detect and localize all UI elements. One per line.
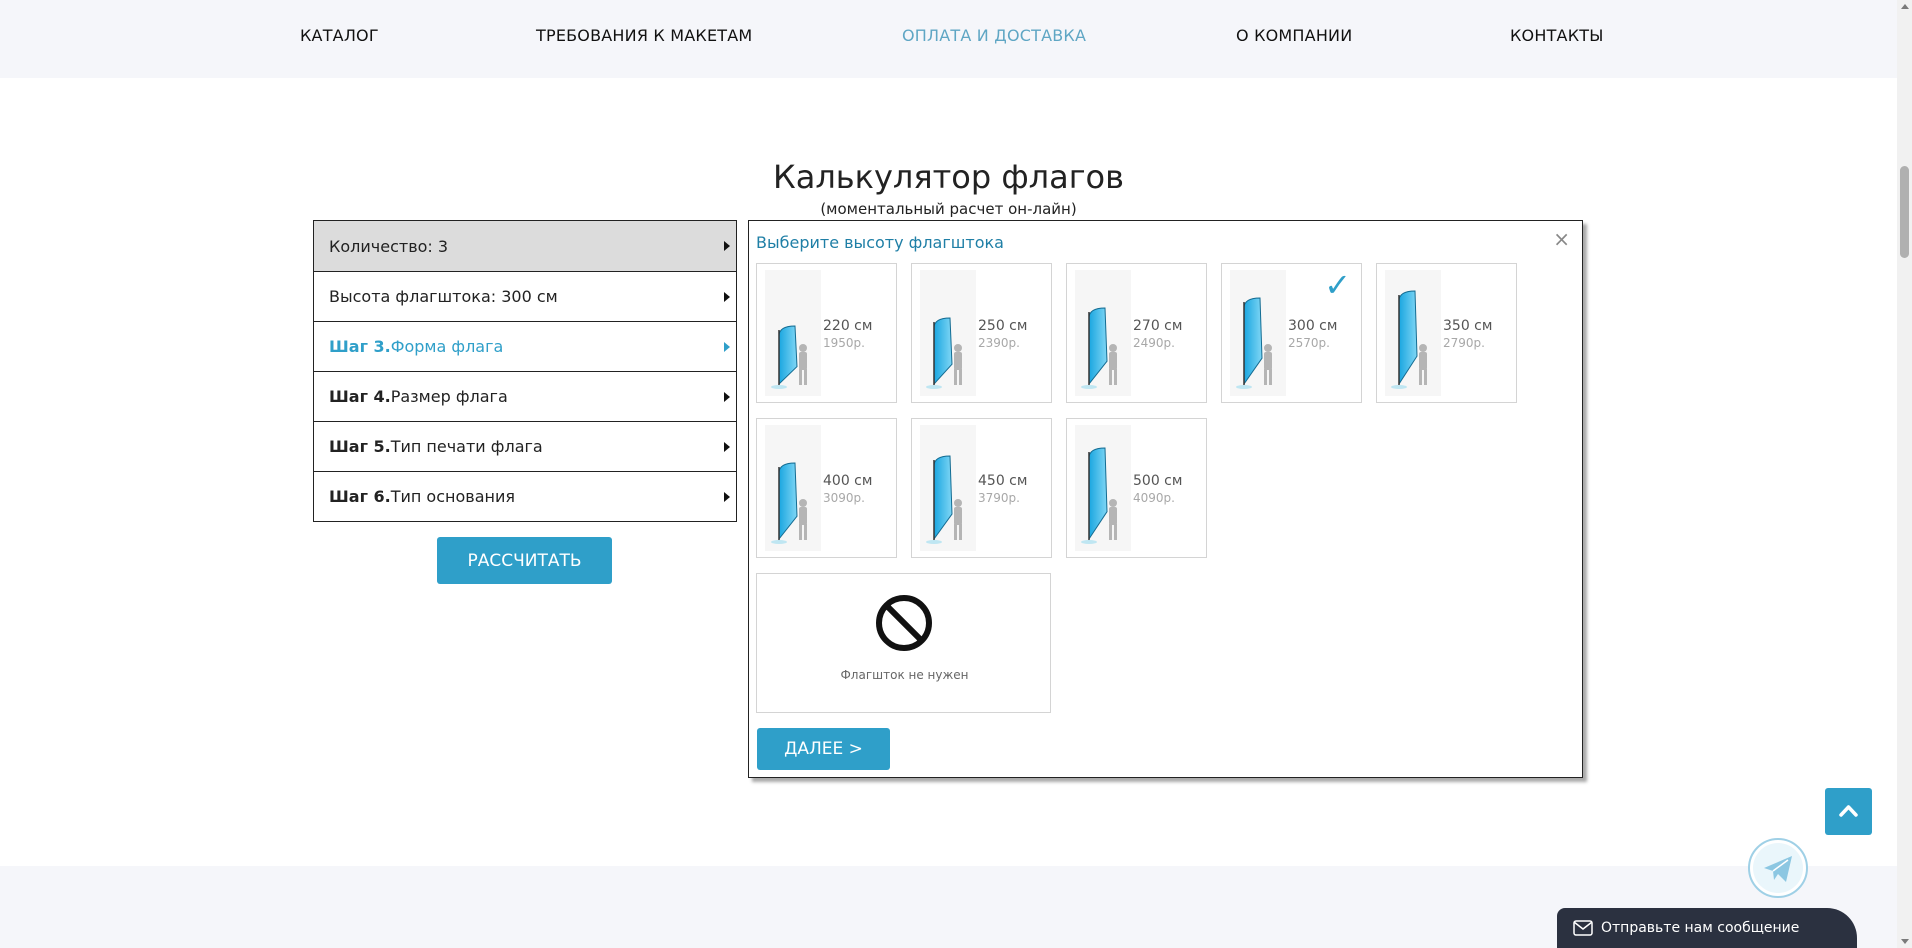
flag-pole-image [1385, 270, 1441, 396]
mail-icon [1573, 920, 1593, 936]
step-label: Тип основания [390, 487, 515, 506]
page-title: Калькулятор флагов [773, 158, 1124, 196]
option-price: 2790р. [1443, 336, 1485, 350]
chat-label: Отправьте нам сообщение [1601, 920, 1800, 936]
chevron-up-icon [1839, 805, 1858, 817]
option-size: 250 см [978, 318, 1028, 334]
nav-link-payment-delivery[interactable]: ОПЛАТА И ДОСТАВКА [902, 26, 1086, 45]
pole-option-350[interactable]: 350 см 2790р. [1376, 263, 1517, 403]
step-number: Шаг 6. [329, 487, 391, 506]
step-number: Шаг 4. [329, 387, 391, 406]
flag-pole-image [920, 270, 976, 396]
flag-pole-image [920, 425, 976, 551]
nav-link-catalog[interactable]: КАТАЛОГ [300, 26, 379, 45]
step-print-type[interactable]: Шаг 5. Тип печати флага [314, 421, 736, 471]
step-label: Форма флага [390, 337, 504, 356]
no-pole-label: Флагшток не нужен [840, 668, 969, 682]
prohibited-icon [876, 595, 932, 651]
scrollbar-thumb[interactable] [1900, 166, 1909, 258]
pole-option-400[interactable]: 400 см 3090р. [756, 418, 897, 558]
option-size: 270 см [1133, 318, 1183, 334]
chat-widget[interactable]: Отправьте нам сообщение [1557, 908, 1857, 948]
step-label: Размер флага [390, 387, 508, 406]
flag-pole-image [1075, 425, 1131, 551]
calculator-steps: Количество: 3 Высота флагштока: 300 см Ш… [313, 220, 737, 522]
caret-right-icon [724, 292, 730, 302]
option-price: 2490р. [1133, 336, 1175, 350]
top-navigation: КАТАЛОГ ТРЕБОВАНИЯ К МАКЕТАМ ОПЛАТА И ДО… [0, 0, 1897, 78]
caret-right-icon [724, 392, 730, 402]
nav-link-about[interactable]: О КОМПАНИИ [1236, 26, 1352, 45]
step-pole-height[interactable]: Высота флагштока: 300 см [314, 271, 736, 321]
step-base-type[interactable]: Шаг 6. Тип основания [314, 471, 736, 521]
option-price: 1950р. [823, 336, 865, 350]
close-icon[interactable]: × [1553, 227, 1570, 251]
panel-title: Выберите высоту флагштока [756, 233, 1004, 252]
caret-right-icon [724, 442, 730, 452]
pole-option-250[interactable]: 250 см 2390р. [911, 263, 1052, 403]
caret-right-icon [724, 492, 730, 502]
telegram-icon [1753, 843, 1803, 893]
option-price: 4090р. [1133, 491, 1175, 505]
step-flag-shape[interactable]: Шаг 3. Форма флага [314, 321, 736, 371]
option-size: 500 см [1133, 473, 1183, 489]
step-number: Шаг 3. [329, 337, 391, 356]
step-flag-size[interactable]: Шаг 4. Размер флага [314, 371, 736, 421]
caret-right-icon [724, 342, 730, 352]
page-scrollbar[interactable] [1897, 0, 1912, 948]
option-size: 220 см [823, 318, 873, 334]
step-label: Высота флагштока: 300 см [329, 287, 558, 306]
pole-option-220[interactable]: 220 см 1950р. [756, 263, 897, 403]
step-number: Шаг 5. [329, 437, 391, 456]
caret-right-icon [724, 241, 730, 251]
nav-link-contacts[interactable]: КОНТАКТЫ [1510, 26, 1604, 45]
scroll-up-arrow-icon[interactable] [1901, 4, 1909, 9]
flag-pole-image [765, 270, 821, 396]
option-price: 2390р. [978, 336, 1020, 350]
checkmark-icon: ✓ [1324, 266, 1351, 304]
telegram-button[interactable] [1748, 838, 1808, 898]
flag-pole-image [765, 425, 821, 551]
step-label: Количество: 3 [329, 236, 449, 256]
calculate-button[interactable]: РАССЧИТАТЬ [437, 537, 612, 584]
scroll-to-top-button[interactable] [1825, 788, 1872, 835]
next-button[interactable]: ДАЛЕЕ > [757, 728, 890, 770]
option-size: 300 см [1288, 318, 1338, 334]
option-price: 3090р. [823, 491, 865, 505]
page-subtitle: (моментальный расчет он-лайн) [820, 200, 1077, 218]
option-size: 350 см [1443, 318, 1493, 334]
scroll-down-arrow-icon[interactable] [1901, 939, 1909, 944]
pole-option-300[interactable]: 300 см 2570р. ✓ [1221, 263, 1362, 403]
nav-link-layout-requirements[interactable]: ТРЕБОВАНИЯ К МАКЕТАМ [536, 26, 752, 45]
option-size: 400 см [823, 473, 873, 489]
pole-option-500[interactable]: 500 см 4090р. [1066, 418, 1207, 558]
step-quantity[interactable]: Количество: 3 [314, 221, 736, 271]
step-label: Тип печати флага [390, 437, 543, 456]
pole-option-450[interactable]: 450 см 3790р. [911, 418, 1052, 558]
pole-option-270[interactable]: 270 см 2490р. [1066, 263, 1207, 403]
option-size: 450 см [978, 473, 1028, 489]
option-price: 2570р. [1288, 336, 1330, 350]
flag-pole-image [1230, 270, 1286, 396]
pole-height-panel: Выберите высоту флагштока × 220 см 1950р… [748, 220, 1583, 778]
pole-option-none[interactable]: Флагшток не нужен [756, 573, 1051, 713]
option-price: 3790р. [978, 491, 1020, 505]
flag-pole-image [1075, 270, 1131, 396]
